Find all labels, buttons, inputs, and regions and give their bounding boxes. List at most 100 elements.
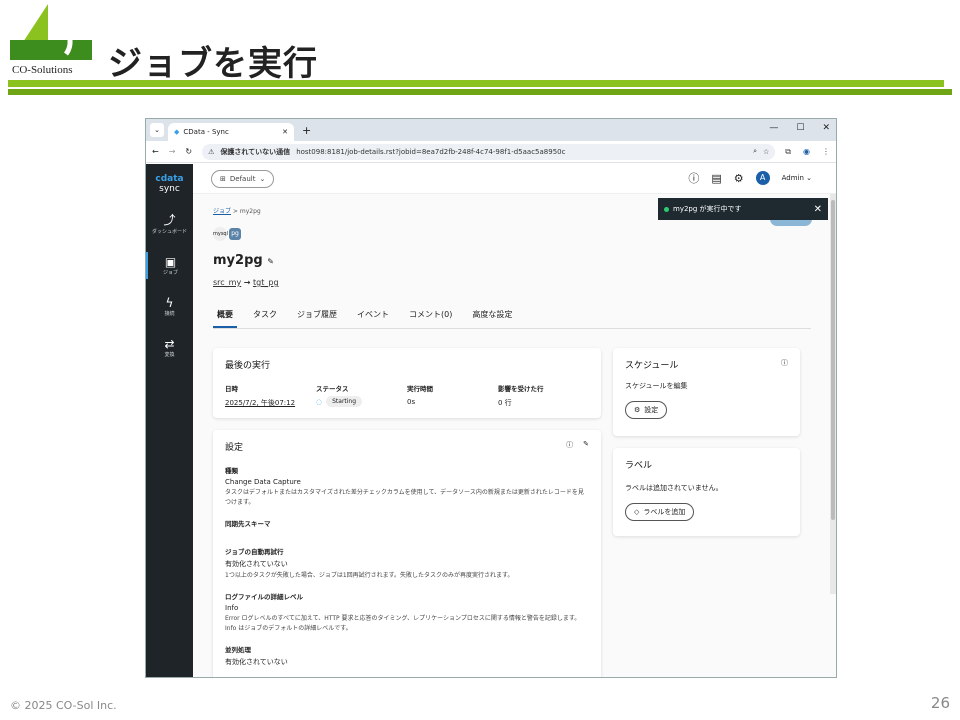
breadcrumb-current: my2pg [239, 208, 261, 215]
topbar-icons: ⓘ ▤ ⚙ A Admin ⌄ [688, 170, 812, 186]
url-field[interactable]: ⚠ 保護されていない通信 host098:8181/job-details.rs… [202, 143, 776, 160]
bookmark-star-icon[interactable]: ☆ [763, 148, 769, 156]
tab-advanced[interactable]: 高度な設定 [468, 305, 516, 328]
sidebar-item-dashboard[interactable]: ⤴ ダッシュボード [146, 208, 193, 238]
running-dot-icon [664, 206, 669, 212]
type-desc: タスクはデフォルトまたはカスタマイズされた差分チェックカラムを使用して、データソ… [225, 489, 584, 506]
sidebar-item-jobs[interactable]: ▣ ジョブ [146, 252, 193, 279]
type-label: 種類 [225, 467, 238, 475]
header-rule-secondary [8, 89, 952, 95]
app-topbar: ⊞ Default ⌄ ⓘ ▤ ⚙ A Admin ⌄ [193, 164, 836, 194]
source-link[interactable]: src_my [213, 278, 241, 287]
gear-icon[interactable]: ⚙ [734, 172, 744, 185]
date-value[interactable]: 2025/7/2, 午後07:12 [225, 398, 316, 408]
type-value: Change Data Capture [225, 478, 301, 486]
security-label: 保護されていない通信 [220, 147, 291, 156]
tab-history[interactable]: ジョブ履歴 [293, 305, 341, 328]
close-toast-icon[interactable]: ✕ [814, 204, 822, 215]
close-window-icon[interactable]: ✕ [822, 123, 830, 133]
help-icon[interactable]: ⓘ [781, 358, 788, 371]
window-controls: — ☐ ✕ [769, 123, 830, 133]
scrollbar-thumb[interactable] [831, 200, 835, 520]
briefcase-icon: ▣ [164, 255, 177, 269]
status-row: ◌ Starting [316, 396, 407, 407]
settings-card: 設定 ⓘ ✎ 種類 Change Data Capture タスクはデフォルトま… [213, 430, 601, 677]
schedule-header: スケジュール ⓘ [625, 358, 788, 371]
url-text: host098:8181/job-details.rst?jobid=8ea7d… [296, 147, 566, 156]
minimize-icon[interactable]: — [769, 123, 778, 133]
tab-search-icon[interactable]: ⌄ [150, 123, 164, 137]
sidebar-item-label: 接続 [164, 311, 175, 317]
transform-icon: ⇄ [164, 337, 175, 351]
browser-toolbar-icons: ⧉ ◉ ⋮ [785, 147, 830, 157]
settings-actions: ⓘ ✎ [566, 440, 589, 453]
browser-tab[interactable]: ◆ CData - Sync ✕ [168, 123, 294, 141]
main-area: ⊞ Default ⌄ ⓘ ▤ ⚙ A Admin ⌄ my2pg が実行中です [193, 164, 836, 677]
parallel-label: 並列処理 [225, 646, 251, 654]
source-destination: src_my → tgt_pg [213, 278, 816, 287]
help-icon[interactable]: ⓘ [566, 440, 573, 453]
sidebar-item-label: ジョブ [162, 270, 178, 276]
plug-icon: ϟ [165, 296, 174, 310]
maximize-icon[interactable]: ☐ [796, 123, 804, 133]
user-menu[interactable]: Admin ⌄ [782, 174, 812, 182]
new-tab-icon[interactable]: + [302, 124, 311, 137]
last-run-title: 最後の実行 [225, 361, 271, 371]
extensions-icon[interactable]: ⧉ [785, 147, 791, 157]
edit-icon[interactable]: ✎ [583, 440, 589, 453]
settings-header: 設定 ⓘ ✎ [225, 440, 589, 453]
sidebar-item-transformations[interactable]: ⇄ 変換 [146, 334, 193, 361]
schema-label: 同期先スキーマ [225, 520, 271, 528]
avatar[interactable]: A [755, 171, 770, 185]
rows-affected-field: 影響を受けた行 0 行 [498, 383, 544, 408]
zoom-icon[interactable]: ⌕ [753, 147, 757, 156]
tab-overview[interactable]: 概要 [213, 305, 237, 328]
spinner-icon: ◌ [316, 397, 323, 406]
page-number: 26 [930, 694, 950, 712]
retry-value: 有効化されていない [225, 560, 288, 568]
help-icon[interactable]: ⓘ [688, 170, 699, 186]
cdata-sync-logo: cdata sync [155, 174, 183, 194]
log-desc: Error ログレベルのすべてに加えて、HTTP 要求と応答のタイミング、レプリ… [225, 615, 581, 632]
postgresql-icon: pg [229, 228, 241, 240]
tab-tasks[interactable]: タスク [249, 305, 281, 328]
slide: CO-Solutions ジョブを実行 ⌄ ◆ CData - Sync ✕ +… [0, 0, 960, 720]
tab-title: CData - Sync [183, 128, 229, 136]
destination-link[interactable]: tgt_pg [253, 278, 279, 287]
last-run-card: 最後の実行 日時 2025/7/2, 午後07:12 ステータス ◌ Start… [213, 348, 601, 418]
rows-label: 影響を受けた行 [498, 385, 544, 393]
user-name: Admin [781, 174, 804, 182]
forward-icon[interactable]: → [169, 147, 176, 156]
log-value: Info [225, 604, 239, 612]
gear-icon: ⚙ [634, 406, 641, 414]
connector-icons: mysql pg [213, 227, 816, 241]
sidebar-item-label: 変換 [164, 352, 175, 358]
header-rule [8, 80, 944, 87]
run-duration-field: 実行時間 0s [407, 383, 498, 408]
parallel-value: 有効化されていない [225, 658, 288, 666]
edit-name-icon[interactable]: ✎ [267, 257, 274, 266]
running-toast: my2pg が実行中です ✕ [658, 198, 828, 220]
browser-tabbar: ⌄ ◆ CData - Sync ✕ + — ☐ ✕ [146, 119, 836, 141]
tab-comments[interactable]: コメント(0) [405, 305, 456, 328]
sidebar: cdata sync ⤴ ダッシュボード ▣ ジョブ ϟ 接続 ⇄ 変換 [146, 164, 193, 677]
schedule-card: スケジュール ⓘ スケジュールを編集 ⚙ 設定 [613, 348, 800, 436]
chart-icon: ⤴ [163, 213, 176, 227]
add-label-button[interactable]: ◇ ラベルを追加 [625, 503, 695, 521]
more-menu-icon[interactable]: ⋮ [822, 147, 830, 157]
breadcrumb-jobs-link[interactable]: ジョブ [213, 208, 231, 215]
sidebar-item-connections[interactable]: ϟ 接続 [146, 293, 193, 320]
logo-top: cdata [155, 174, 184, 184]
schedule-settings-button[interactable]: ⚙ 設定 [625, 401, 668, 419]
scrollbar[interactable] [830, 194, 836, 594]
docs-icon[interactable]: ▤ [711, 172, 721, 185]
tab-events[interactable]: イベント [353, 305, 393, 328]
labels-card: ラベル ラベルは追加されていません。 ◇ ラベルを追加 [613, 448, 800, 536]
page-title: my2pg ✎ [213, 253, 816, 268]
reload-icon[interactable]: ↻ [185, 147, 192, 156]
back-icon[interactable]: ← [152, 147, 159, 156]
address-bar-row: ← → ↻ ⚠ 保護されていない通信 host098:8181/job-deta… [146, 141, 836, 163]
profile-icon[interactable]: ◉ [803, 147, 810, 157]
workspace-selector[interactable]: ⊞ Default ⌄ [211, 169, 275, 188]
close-tab-icon[interactable]: ✕ [282, 128, 288, 136]
